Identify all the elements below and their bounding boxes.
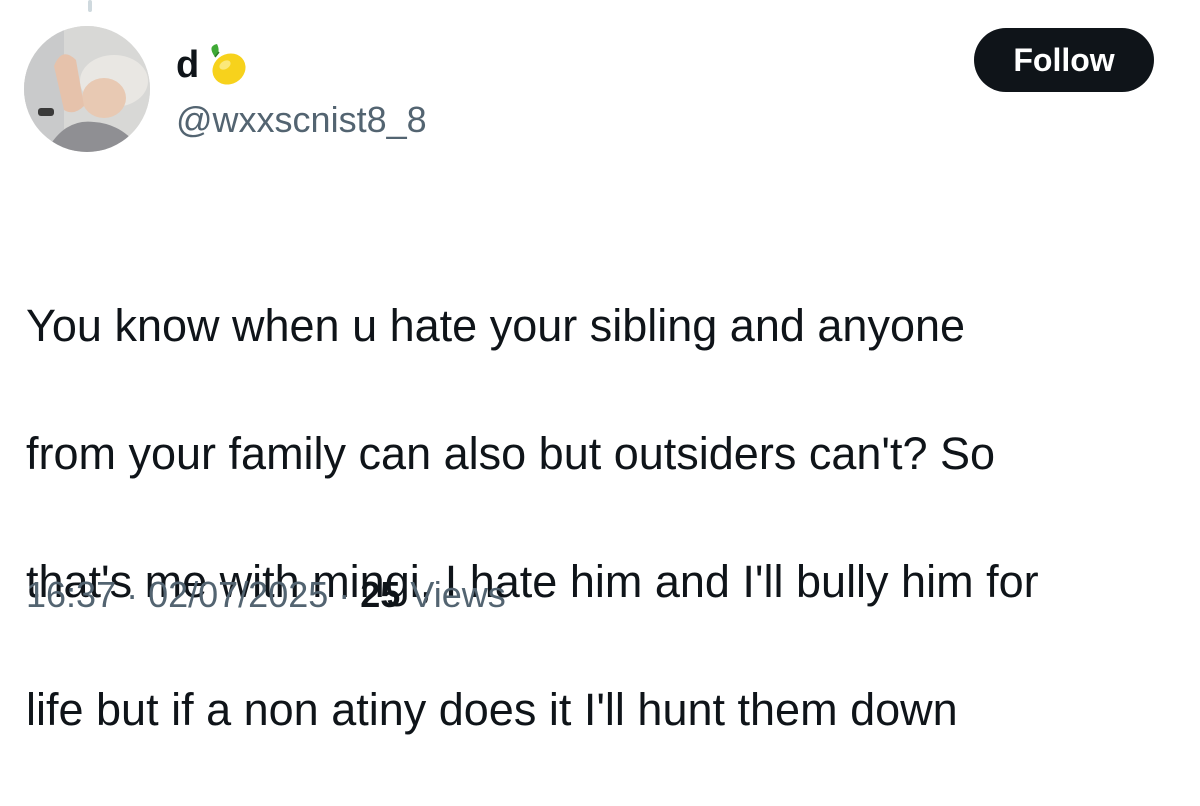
tweet-text: You know when u hate your sibling and an… [26,230,1176,806]
tweet-text-line: from your family can also but outsiders … [26,428,996,479]
display-name-text: d [176,44,200,86]
tweet-date[interactable]: 02/07/2025 [148,570,328,620]
tweet-text-line: You know when u hate your sibling and an… [26,300,966,351]
user-handle[interactable]: @wxxscnist8_8 [176,98,427,142]
tweet-text-line: life but if a non atiny does it I'll hun… [26,684,958,735]
follow-button[interactable]: Follow [974,28,1154,92]
tweet-metadata: 16:37 · 02/07/2025 · 25 Views [26,570,506,620]
display-name[interactable]: d [176,40,251,90]
meta-separator: · [126,574,139,615]
tweet-time[interactable]: 16:37 [26,570,116,620]
views[interactable]: 25 Views [360,570,505,620]
views-label: Views [410,574,506,615]
views-count: 25 [360,574,401,615]
tweet-header: d @wxxscnist8_8 Follow [24,26,1154,156]
avatar[interactable] [24,26,150,152]
meta-separator: · [338,574,351,615]
avatar-photo [24,26,150,152]
lemon-icon [201,40,251,90]
thread-connector-line [88,0,92,12]
